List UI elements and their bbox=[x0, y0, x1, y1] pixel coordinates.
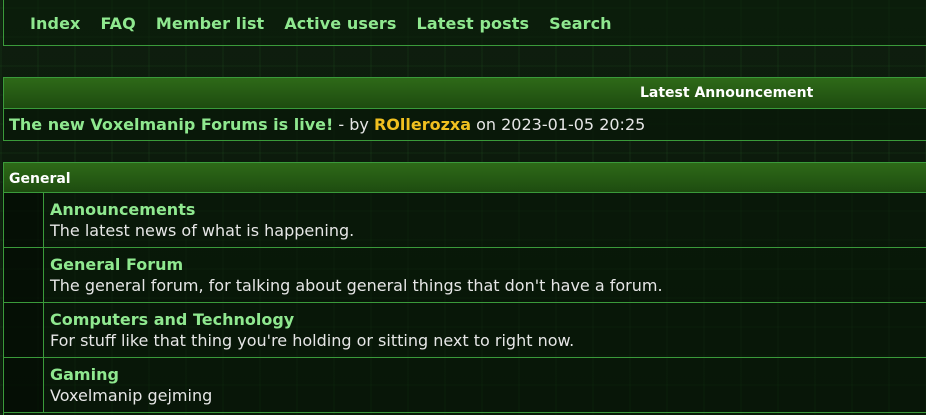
announcement-date: on 2023-01-05 20:25 bbox=[471, 115, 646, 134]
nav-item-search: Search bbox=[549, 14, 632, 33]
top-navbar: Index FAQ Member list Active users Lates… bbox=[3, 0, 926, 46]
announcement-header-title: Latest Announcement bbox=[640, 85, 814, 101]
nav-link-search[interactable]: Search bbox=[549, 14, 612, 33]
forum-category-table: General Announcements The latest news of… bbox=[3, 162, 926, 415]
nav-item-active-users: Active users bbox=[284, 14, 416, 33]
announcement-line: The new Voxelmanip Forums is live! - by … bbox=[4, 109, 926, 134]
forum-description: For stuff like that thing you're holding… bbox=[50, 331, 575, 350]
forum-row-announcements: Announcements The latest news of what is… bbox=[4, 193, 926, 248]
forum-description: Voxelmanip gejming bbox=[50, 386, 213, 405]
forum-link-general-forum[interactable]: General Forum bbox=[50, 255, 926, 275]
announcement-by-text: - by bbox=[333, 115, 374, 134]
nav-item-latest-posts: Latest posts bbox=[417, 14, 550, 33]
forum-description: The latest news of what is happening. bbox=[50, 221, 355, 240]
forum-status-icon bbox=[4, 303, 44, 357]
nav-link-index[interactable]: Index bbox=[30, 14, 80, 33]
nav-link-latest-posts[interactable]: Latest posts bbox=[417, 14, 530, 33]
forum-link-computers-and-technology[interactable]: Computers and Technology bbox=[50, 310, 926, 330]
announcement-post-link[interactable]: The new Voxelmanip Forums is live! bbox=[9, 115, 333, 134]
forum-link-announcements[interactable]: Announcements bbox=[50, 200, 926, 220]
announcement-author-link[interactable]: ROllerozxa bbox=[374, 115, 471, 134]
forum-info: Announcements The latest news of what is… bbox=[44, 193, 926, 247]
forum-row-general-forum: General Forum The general forum, for tal… bbox=[4, 248, 926, 303]
category-header: General bbox=[4, 163, 926, 193]
nav-link-active-users[interactable]: Active users bbox=[284, 14, 396, 33]
forum-row-gaming: Gaming Voxelmanip gejming bbox=[4, 358, 926, 413]
nav-link-faq[interactable]: FAQ bbox=[100, 14, 135, 33]
announcement-header: Latest Announcement bbox=[4, 78, 926, 109]
nav-item-faq: FAQ bbox=[100, 14, 155, 33]
forum-row-computers-and-technology: Computers and Technology For stuff like … bbox=[4, 303, 926, 358]
nav-list: Index FAQ Member list Active users Lates… bbox=[4, 0, 926, 46]
nav-item-index: Index bbox=[30, 14, 100, 33]
forum-status-icon bbox=[4, 193, 44, 247]
nav-link-member-list[interactable]: Member list bbox=[156, 14, 264, 33]
forum-info: Gaming Voxelmanip gejming bbox=[44, 358, 926, 412]
announcement-box: Latest Announcement The new Voxelmanip F… bbox=[3, 77, 926, 141]
forum-description: The general forum, for talking about gen… bbox=[50, 276, 663, 295]
forum-info: Computers and Technology For stuff like … bbox=[44, 303, 926, 357]
forum-info: General Forum The general forum, for tal… bbox=[44, 248, 926, 302]
nav-item-member-list: Member list bbox=[156, 14, 284, 33]
forum-status-icon bbox=[4, 248, 44, 302]
forum-status-icon bbox=[4, 358, 44, 412]
forum-link-gaming[interactable]: Gaming bbox=[50, 365, 926, 385]
